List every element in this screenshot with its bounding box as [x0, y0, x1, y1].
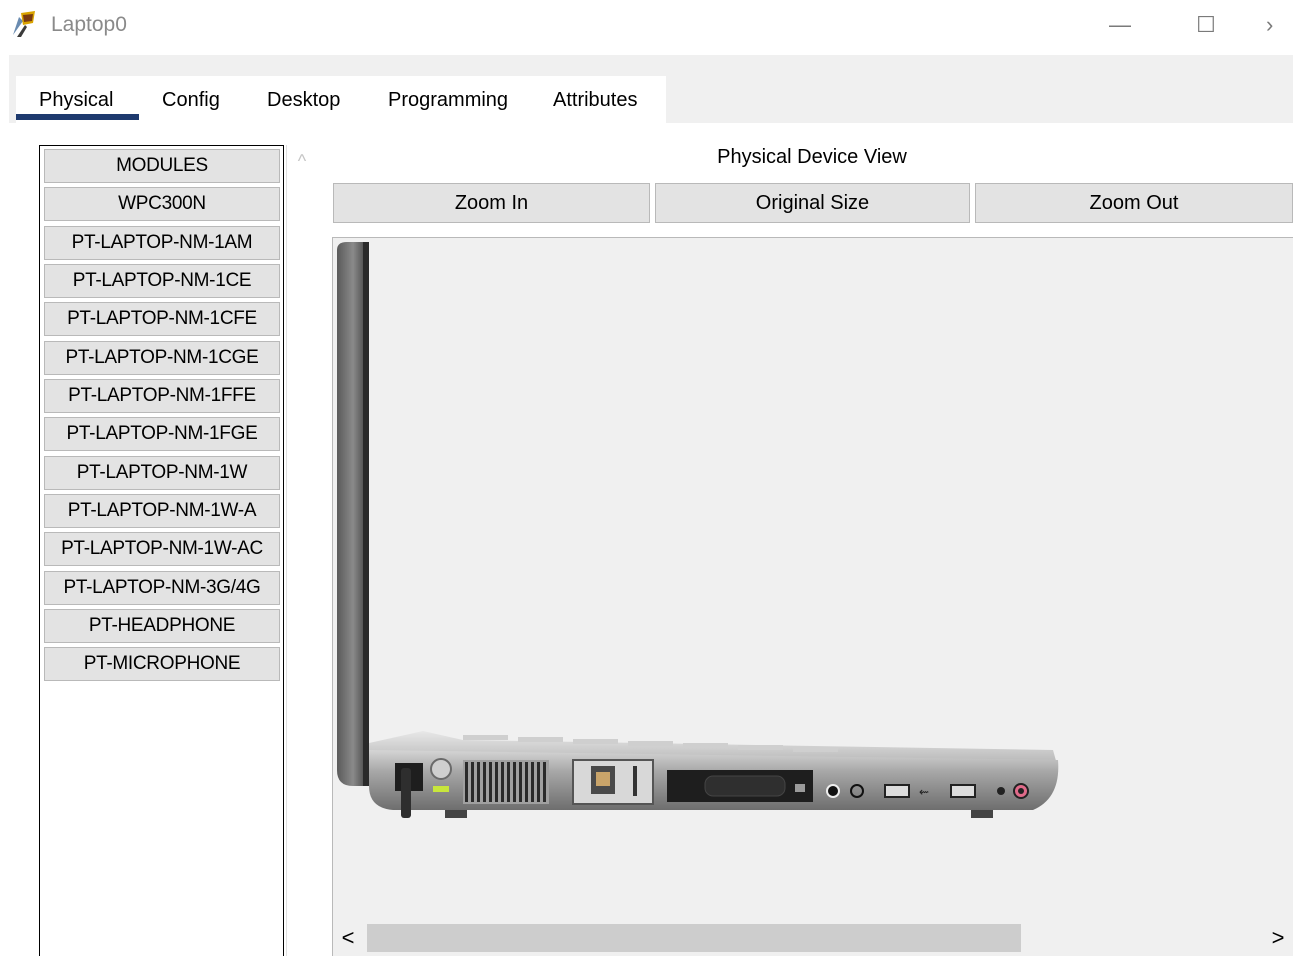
module-pt-laptop-nm-1ce[interactable]: PT-LAPTOP-NM-1CE [44, 264, 280, 298]
active-tab-indicator [16, 114, 139, 120]
svg-text:⇜: ⇜ [919, 785, 929, 799]
module-pt-laptop-nm-1cfe[interactable]: PT-LAPTOP-NM-1CFE [44, 302, 280, 336]
tab-attributes[interactable]: Attributes [553, 87, 637, 117]
scroll-up-icon[interactable]: ^ [289, 150, 315, 172]
minimize-button[interactable]: — [1100, 8, 1140, 42]
module-pt-laptop-nm-1w[interactable]: PT-LAPTOP-NM-1W [44, 456, 280, 490]
scroll-thumb[interactable] [367, 924, 1021, 952]
laptop-app-icon [13, 11, 35, 37]
module-pt-laptop-nm-3g4g[interactable]: PT-LAPTOP-NM-3G/4G [44, 571, 280, 605]
horizontal-scrollbar[interactable]: < > [333, 920, 1293, 956]
module-wpc300n[interactable]: WPC300N [44, 187, 280, 221]
module-pt-laptop-nm-1cge[interactable]: PT-LAPTOP-NM-1CGE [44, 341, 280, 375]
physical-device-view-title: Physical Device View [717, 146, 907, 168]
module-pt-laptop-nm-1ffe[interactable]: PT-LAPTOP-NM-1FFE [44, 379, 280, 413]
tab-strip: Physical Config Desktop Programming Attr… [9, 76, 1293, 123]
zoom-in-button[interactable]: Zoom In [333, 183, 650, 223]
tab-config[interactable]: Config [162, 87, 220, 117]
tab-programming[interactable]: Programming [388, 87, 508, 117]
tab-desktop[interactable]: Desktop [267, 87, 340, 117]
original-size-button[interactable]: Original Size [655, 183, 970, 223]
modules-header-button[interactable]: MODULES [44, 149, 280, 183]
laptop-side-view-image: ⇜ [337, 242, 1059, 818]
modules-scrollbar[interactable] [286, 145, 319, 956]
window-title: Laptop0 [51, 13, 127, 36]
module-pt-laptop-nm-1am[interactable]: PT-LAPTOP-NM-1AM [44, 226, 280, 260]
scroll-left-icon[interactable]: < [333, 920, 363, 956]
title-bar: Laptop0 — ☐ › [0, 0, 1293, 52]
device-canvas[interactable]: ⇜ [332, 237, 1293, 956]
tab-physical[interactable]: Physical [39, 87, 113, 117]
scroll-right-icon[interactable]: > [1263, 920, 1293, 956]
module-pt-laptop-nm-1w-ac[interactable]: PT-LAPTOP-NM-1W-AC [44, 532, 280, 566]
module-pt-headphone[interactable]: PT-HEADPHONE [44, 609, 280, 643]
maximize-button[interactable]: ☐ [1186, 8, 1226, 42]
module-pt-laptop-nm-1w-a[interactable]: PT-LAPTOP-NM-1W-A [44, 494, 280, 528]
close-button[interactable]: › [1266, 8, 1293, 42]
module-pt-laptop-nm-1fge[interactable]: PT-LAPTOP-NM-1FGE [44, 417, 280, 451]
zoom-out-button[interactable]: Zoom Out [975, 183, 1293, 223]
module-pt-microphone[interactable]: PT-MICROPHONE [44, 647, 280, 681]
modules-list[interactable]: MODULES WPC300N PT-LAPTOP-NM-1AM PT-LAPT… [39, 145, 284, 956]
